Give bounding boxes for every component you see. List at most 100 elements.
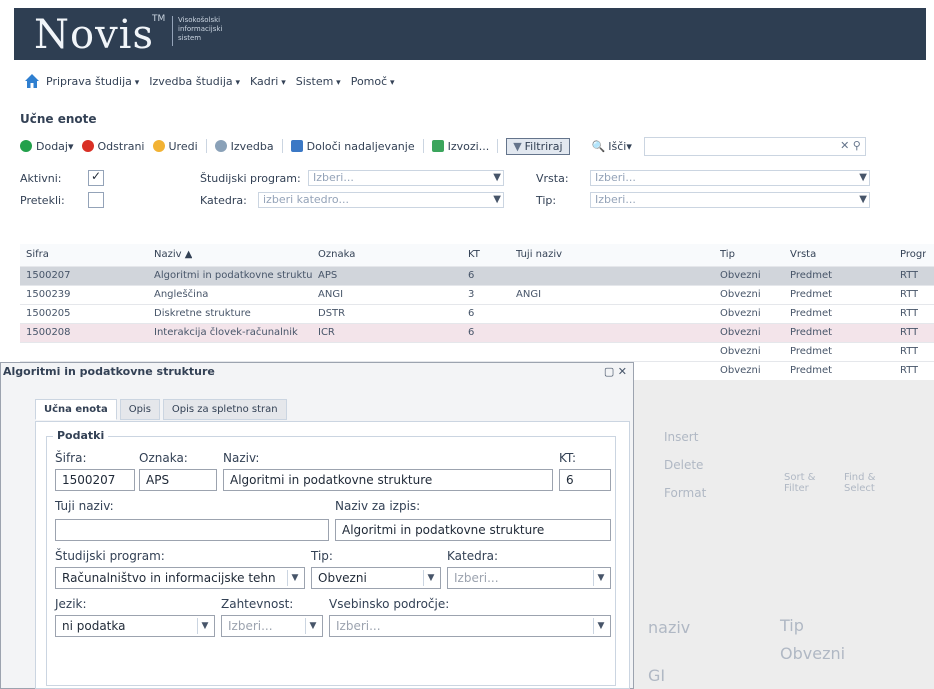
tab-opis[interactable]: Opis — [119, 399, 160, 420]
vsebinsko-podrocje-select[interactable]: Izberi... ▼ — [329, 615, 611, 637]
main-menu: Priprava študija Izvedba študija Kadri S… — [14, 70, 926, 92]
izvozi-button[interactable]: Izvozi... — [431, 140, 489, 153]
zahtevnost-select[interactable]: Izberi... ▼ — [221, 615, 323, 637]
zahtevnost-label: Zahtevnost: — [221, 597, 294, 611]
remove-button[interactable]: Odstrani — [81, 140, 145, 153]
izvedba-icon — [214, 140, 227, 152]
menu-izvedba-studija[interactable]: Izvedba študija — [149, 75, 240, 88]
cell-sifra: 1500239 — [26, 289, 71, 300]
cell-program: RTT — [900, 327, 919, 338]
cell-program: RTT — [900, 308, 919, 319]
oznaka-label: Oznaka: — [139, 451, 188, 465]
aktivni-checkbox[interactable]: ✓ — [88, 169, 104, 186]
naziv-za-izpis-field[interactable]: Algoritmi in podatkovne strukture — [335, 519, 611, 541]
cell-tip: Obvezni — [720, 365, 761, 376]
katedra-placeholder: Izberi... — [454, 571, 499, 585]
oznaka-field[interactable]: APS — [139, 469, 217, 491]
table-row[interactable]: Obvezni Predmet RTT — [20, 343, 934, 362]
search-icon: 🔍 — [591, 139, 606, 153]
cell-program: RTT — [900, 346, 919, 357]
izvedba-label: Izvedba — [230, 139, 274, 153]
page-title: Učne enote — [20, 112, 97, 126]
table-row[interactable]: 1500239 Angleščina ANGI 3 ANGI Obvezni Predmet… — [20, 286, 934, 305]
edit-button[interactable]: Uredi — [152, 140, 198, 153]
column-header-vrsta[interactable]: Vrsta — [790, 249, 816, 260]
column-header-tuji-naziv[interactable]: Tuji naziv — [516, 249, 562, 260]
table-row[interactable]: 1500208 Interakcija človek-računalnik ICR 6… — [20, 324, 934, 343]
edit-icon — [152, 140, 165, 152]
cell-tip: Obvezni — [720, 270, 761, 281]
studijski-program-value: Računalništvo in informacijske tehn — [62, 571, 276, 585]
katedra-select[interactable]: izberi katedro... ▼ — [258, 192, 504, 208]
column-header-naziv[interactable]: Naziv ▲ — [154, 249, 192, 260]
maximize-icon[interactable]: ▢ — [604, 365, 614, 378]
logo-sub-line: sistem — [178, 34, 202, 42]
find-select-text: Find & Select — [844, 472, 876, 494]
tip-select[interactable]: Obvezni ▼ — [311, 567, 441, 589]
isci-button[interactable]: 🔍 Išči ▾ — [592, 140, 632, 153]
izvedba-button[interactable]: Izvedba — [214, 139, 274, 153]
tip-value: Obvezni — [318, 571, 367, 585]
column-header-program[interactable]: Progr — [900, 249, 926, 260]
clear-search-icon[interactable]: ✕ ⚲ — [840, 139, 861, 152]
column-header-sifra[interactable]: Šifra — [26, 249, 49, 260]
katedra-select[interactable]: Izberi... ▼ — [447, 567, 611, 589]
cell-tip: Obvezni — [720, 346, 761, 357]
toolbar: Dodaj ▾ Odstrani Uredi Izvedba Določi nad… — [20, 136, 926, 156]
tab-ucna-enota[interactable]: Učna enota — [35, 399, 117, 420]
sort-filter-text: Sort & Filter — [784, 472, 816, 494]
checkmark-icon: ✓ — [91, 169, 102, 183]
logo-subtitle: Visokošolski informacijski sistem — [178, 16, 222, 43]
search-input[interactable]: ✕ ⚲ — [643, 136, 866, 156]
tab-opis-spletno[interactable]: Opis za spletno stran — [162, 399, 287, 420]
background-app: Insert Delete Format Sort & Filter Find … — [634, 380, 934, 689]
cell-oznaka: ICR — [318, 327, 335, 338]
chevron-down-icon: ▼ — [493, 194, 501, 205]
home-icon[interactable] — [24, 73, 40, 89]
column-header-oznaka[interactable]: Oznaka — [318, 249, 355, 260]
doloci-nadaljevanje-button[interactable]: Določi nadaljevanje — [290, 140, 415, 153]
naziv-field[interactable]: Algoritmi in podatkovne strukture — [223, 469, 553, 491]
menu-kadri[interactable]: Kadri — [250, 75, 286, 88]
menu-priprava-studija[interactable]: Priprava študija — [46, 75, 139, 88]
table-row[interactable]: 1500207 Algoritmi in podatkovne struktur A… — [20, 267, 934, 286]
add-icon — [20, 140, 32, 152]
insert-text: Insert — [664, 430, 699, 444]
cell-kt: 6 — [468, 327, 475, 338]
chevron-down-icon: ▼ — [197, 618, 212, 634]
column-header-kt[interactable]: KT — [468, 249, 480, 260]
zahtevnost-placeholder: Izberi... — [228, 619, 273, 633]
kt-field[interactable]: 6 — [559, 469, 611, 491]
grid-header-row: Šifra Naziv ▲ Oznaka KT Tuji naziv Tip V… — [20, 244, 934, 267]
tab-panel: Podatki Šifra: 1500207 Oznaka: APS Naziv… — [35, 421, 630, 689]
studijski-program-select[interactable]: Računalništvo in informacijske tehn ▼ — [55, 567, 305, 589]
filtriraj-label: Filtriraj — [524, 139, 563, 153]
jezik-select[interactable]: ni podatka ▼ — [55, 615, 215, 637]
studijski-program-label: Študijski program: — [55, 549, 165, 563]
studijski-program-label: Študijski program: — [200, 172, 301, 185]
filtriraj-button[interactable]: ▼ Filtriraj — [506, 137, 570, 155]
studijski-program-select[interactable]: Izberi... ▼ — [308, 170, 504, 186]
pencil-icon — [290, 140, 303, 152]
jezik-label: Jezik: — [55, 597, 87, 611]
chevron-down-icon: ▼ — [305, 618, 320, 634]
sifra-field[interactable]: 1500207 — [55, 469, 135, 491]
pretekli-checkbox[interactable] — [88, 192, 104, 208]
tip-select[interactable]: Izberi... ▼ — [590, 192, 870, 208]
cell-vrsta: Predmet — [790, 327, 833, 338]
obvezni-text: Obvezni — [780, 644, 846, 663]
vrsta-select[interactable]: Izberi... ▼ — [590, 170, 870, 186]
tip-label: Tip: — [311, 549, 333, 563]
menu-sistem[interactable]: Sistem — [296, 75, 341, 88]
aktivni-label: Aktivni: — [20, 172, 62, 185]
toolbar-separator — [205, 139, 207, 153]
katedra-label: Katedra: — [447, 549, 499, 563]
close-icon[interactable]: ✕ — [618, 365, 627, 378]
column-header-tip[interactable]: Tip — [720, 249, 735, 260]
table-row[interactable]: 1500205 Diskretne strukture DSTR 6 Obvezni Pr… — [20, 305, 934, 324]
add-button[interactable]: Dodaj ▾ — [20, 140, 74, 153]
menu-pomoc[interactable]: Pomoč — [351, 75, 395, 88]
podatki-fieldset: Podatki Šifra: 1500207 Oznaka: APS Naziv… — [46, 429, 616, 686]
tuji-naziv-field[interactable] — [55, 519, 329, 541]
export-icon — [431, 140, 444, 152]
